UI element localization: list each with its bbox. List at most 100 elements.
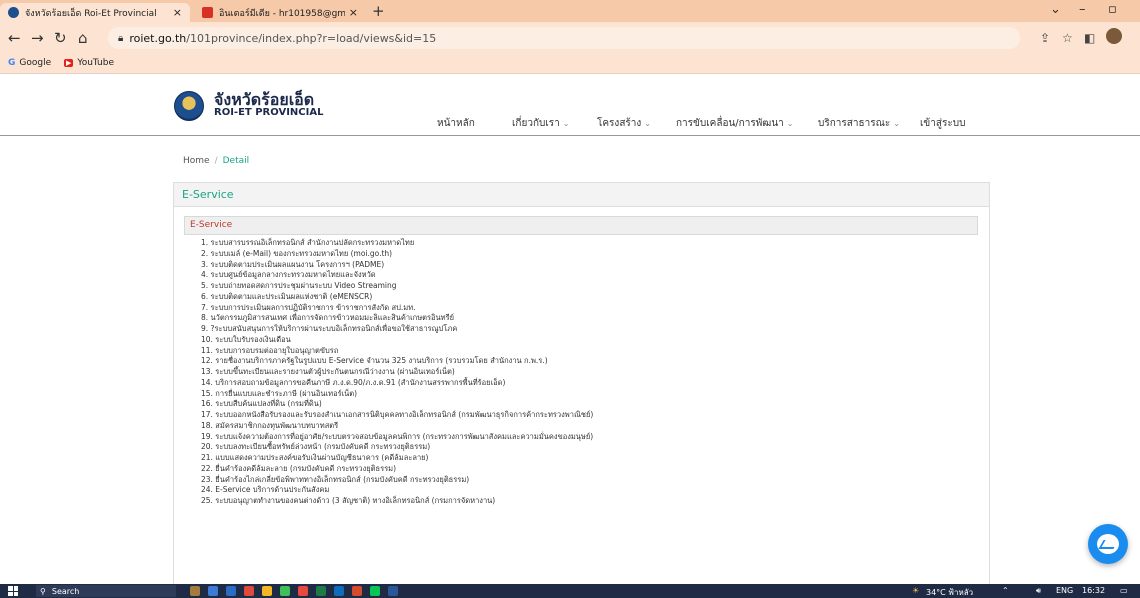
close-tab-icon[interactable]: ×: [349, 6, 358, 19]
app-icon[interactable]: [226, 586, 236, 596]
tab-roiet[interactable]: จังหวัดร้อยเอ็ด Roi-Et Provincial ×: [0, 3, 190, 22]
list-item[interactable]: 6. ระบบติดตามและประเมินผลแห่งชาติ (eMENS…: [184, 292, 978, 303]
chrome-icon[interactable]: [298, 586, 308, 596]
google-icon: G: [8, 58, 16, 68]
chevron-down-icon: ⌄: [644, 119, 651, 128]
list-item[interactable]: 20. ระบบลงทะเบียนซื้อทรัพย์ล่วงหน้า (กรม…: [184, 442, 978, 453]
list-item[interactable]: 18. สมัครสมาชิกกองทุนพัฒนาบทบาทสตรี: [184, 421, 978, 432]
nav-label: บริการสาธารณะ: [818, 118, 891, 129]
list-item[interactable]: 15. การยื่นแบบและชำระภาษี (ผ่านอินเทอร์เ…: [184, 389, 978, 400]
taskbar-search[interactable]: ⚲ Search: [36, 585, 176, 597]
excel-icon[interactable]: [316, 586, 326, 596]
word-icon[interactable]: [388, 586, 398, 596]
list-item[interactable]: 21. แบบแสดงความประสงค์ขอรับเงินผ่านบัญชี…: [184, 453, 978, 464]
breadcrumb-current: Detail: [222, 156, 250, 166]
list-item[interactable]: 9. ?ระบบสนับสนุนการให้บริการผ่านระบบอิเล…: [184, 324, 978, 335]
app-icon[interactable]: [208, 586, 218, 596]
bookmark-youtube[interactable]: ▶ YouTube: [64, 58, 114, 68]
nav-label: โครงสร้าง: [597, 118, 642, 129]
list-item[interactable]: 1. ระบบสารบรรณอิเล็กทรอนิกส์ สำนักงานปลั…: [184, 238, 978, 249]
back-icon[interactable]: ←: [8, 29, 21, 47]
list-item[interactable]: 11. ระบบการอบรมต่ออายุใบอนุญาตขับรถ: [184, 346, 978, 357]
chevron-down-icon: ⌄: [562, 119, 570, 128]
nav-about[interactable]: เกี่ยวกับเรา ⌄: [512, 116, 569, 131]
list-item[interactable]: 19. ระบบแจ้งความต้องการที่อยู่อาศัย/ระบบ…: [184, 432, 978, 443]
list-item[interactable]: 16. ระบบสืบค้นแปลงที่ดิน (กรมที่ดิน): [184, 399, 978, 410]
tab-title: จังหวัดร้อยเอ็ด Roi-Et Provincial: [25, 8, 157, 19]
nav-structure[interactable]: โครงสร้าง ⌄: [597, 116, 651, 131]
nav-label: การขับเคลื่อน/การพัฒนา: [676, 118, 784, 129]
nav-public-services[interactable]: บริการสาธารณะ ⌄: [818, 116, 900, 131]
tab-title: อินเตอร์มีเดีย - hr101958@gmail.c: [219, 8, 345, 19]
search-label: Search: [51, 586, 80, 596]
list-item[interactable]: 25. ระบบอนุญาตทำงานของคนต่างด้าว (3 สัญช…: [184, 496, 978, 507]
tab-search-icon[interactable]: ⌄: [1050, 2, 1061, 17]
forward-icon[interactable]: →: [31, 29, 44, 47]
breadcrumb-home[interactable]: Home: [183, 156, 210, 166]
bookmark-star-icon[interactable]: ☆: [1062, 31, 1073, 45]
windows-start-icon[interactable]: [8, 586, 18, 596]
home-icon[interactable]: ⌂: [78, 29, 88, 47]
app-icon[interactable]: [190, 586, 200, 596]
messenger-chat-button[interactable]: [1088, 524, 1128, 564]
list-item[interactable]: 4. ระบบศูนย์ข้อมูลกลางกระทรวงมหาดไทยและจ…: [184, 270, 978, 281]
line-icon[interactable]: [370, 586, 380, 596]
tab-gmail[interactable]: อินเตอร์มีเดีย - hr101958@gmail.c ×: [194, 3, 366, 22]
file-explorer-icon[interactable]: [262, 586, 272, 596]
language-indicator[interactable]: ENG: [1056, 586, 1073, 595]
browser-toolbar: ← → ↻ ⌂ 🔒︎ roiet.go.th/101province/index…: [0, 22, 1140, 54]
taskbar-apps: [190, 586, 406, 596]
list-item[interactable]: 5. ระบบถ่ายทอดสดการประชุมผ่านระบบ Video …: [184, 281, 978, 292]
nav-label: หน้าหลัก: [437, 118, 475, 129]
list-item[interactable]: 22. ยื่นคำร้องคดีล้มละลาย (กรมบังคับคดี …: [184, 464, 978, 475]
list-item[interactable]: 24. E-Service บริการด้านประกันสังคม: [184, 485, 978, 496]
notification-icon[interactable]: ▭: [1120, 586, 1128, 595]
minimize-icon[interactable]: –: [1079, 2, 1086, 17]
list-item[interactable]: 14. บริการสอบถามข้อมูลการขอคืนภาษี ภ.ง.ด…: [184, 378, 978, 389]
messenger-icon: [1097, 534, 1119, 554]
acrobat-icon[interactable]: [352, 586, 362, 596]
youtube-icon: ▶: [64, 59, 74, 67]
weather-icon: ☀: [912, 586, 920, 595]
volume-icon[interactable]: 🔊︎: [1036, 586, 1041, 596]
list-item[interactable]: 3. ระบบติดตามประเมินผลแผนงาน โครงการฯ (P…: [184, 260, 978, 271]
weather-text[interactable]: 34°C ฟ้าหลัว: [926, 586, 973, 598]
app-icon[interactable]: [280, 586, 290, 596]
clock[interactable]: 16:32: [1082, 586, 1105, 595]
sidepanel-icon[interactable]: ◧: [1084, 31, 1095, 45]
globe-icon: [8, 7, 19, 18]
windows-taskbar: ⚲ Search ☀ 34°C ฟ้าหลัว ⌃ 🔊︎ ENG 16:32 ▭: [0, 584, 1140, 598]
nav-label: เกี่ยวกับเรา: [512, 118, 560, 129]
list-item[interactable]: 13. ระบบขึ้นทะเบียนและรายงานตัวผู้ประกัน…: [184, 367, 978, 378]
eservice-list: 1. ระบบสารบรรณอิเล็กทรอนิกส์ สำนักงานปลั…: [184, 238, 978, 507]
web-page: จังหวัดร้อยเอ็ด ROI-ET PROVINCIAL หน้าหล…: [0, 74, 1140, 584]
nav-home[interactable]: หน้าหลัก: [437, 116, 475, 131]
address-bar[interactable]: 🔒︎ roiet.go.th/101province/index.php?r=l…: [108, 27, 1020, 49]
list-item[interactable]: 8. นวัตกรรมภูมิสารสนเทศ เพื่อการจัดการข้…: [184, 313, 978, 324]
nav-login[interactable]: เข้าสู่ระบบ: [920, 116, 965, 131]
close-tab-icon[interactable]: ×: [173, 6, 182, 19]
list-item[interactable]: 17. ระบบออกหนังสือรับรองและรับรองสำเนาเอ…: [184, 410, 978, 421]
bookmark-google[interactable]: G Google: [8, 58, 51, 68]
reload-icon[interactable]: ↻: [54, 29, 67, 47]
list-item[interactable]: 7. ระบบการประเมินผลการปฏิบัติราชการ ข้าร…: [184, 303, 978, 314]
province-seal-logo[interactable]: [174, 91, 204, 121]
list-item[interactable]: 10. ระบบใบรับรองเงินเดือน: [184, 335, 978, 346]
new-tab-button[interactable]: +: [372, 2, 385, 20]
share-icon[interactable]: ⇪: [1040, 31, 1050, 45]
app-icon[interactable]: [334, 586, 344, 596]
tray-chevron-icon[interactable]: ⌃: [1002, 586, 1009, 595]
nav-development[interactable]: การขับเคลื่อน/การพัฒนา ⌄: [676, 116, 794, 131]
avatar[interactable]: [1106, 28, 1122, 44]
lock-icon: 🔒︎: [118, 32, 124, 44]
chevron-down-icon: ⌄: [893, 119, 900, 128]
section-title: E-Service: [184, 216, 978, 235]
maximize-icon[interactable]: ▫: [1108, 2, 1117, 17]
list-item[interactable]: 2. ระบบเมล์ (e-Mail) ของกระทรวงมหาดไทย (…: [184, 249, 978, 260]
panel-title: E-Service: [174, 183, 989, 207]
list-item[interactable]: 23. ยื่นคำร้องไกล่เกลี่ยข้อพิพาททางอิเล็…: [184, 475, 978, 486]
list-item[interactable]: 12. รายชื่องานบริการภาครัฐในรูปแบบ E-Ser…: [184, 356, 978, 367]
url-host: roiet.go.th: [129, 31, 187, 45]
site-title-english[interactable]: ROI-ET PROVINCIAL: [214, 107, 323, 118]
app-icon[interactable]: [244, 586, 254, 596]
